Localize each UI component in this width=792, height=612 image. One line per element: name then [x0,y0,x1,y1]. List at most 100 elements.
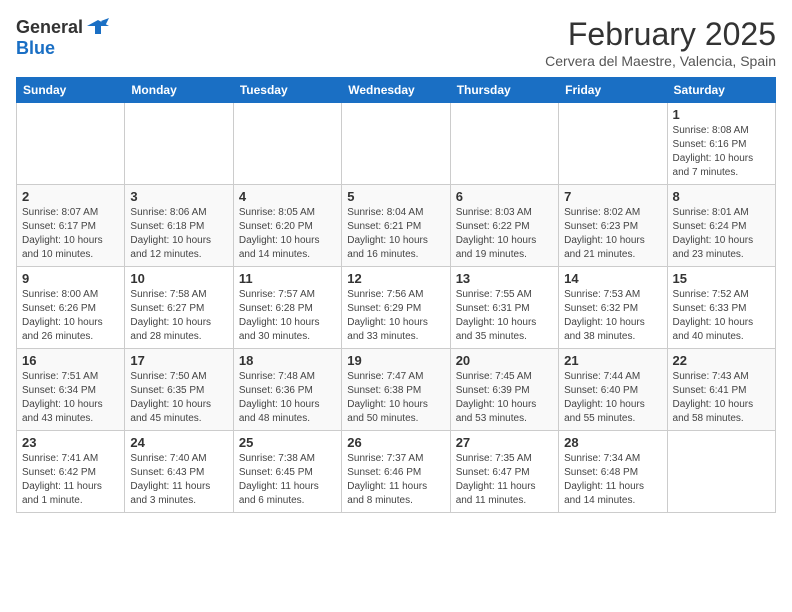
title-area: February 2025 Cervera del Maestre, Valen… [545,16,776,69]
day-info: Sunrise: 8:05 AM Sunset: 6:20 PM Dayligh… [239,206,336,262]
day-info: Sunrise: 7:47 AM Sunset: 6:38 PM Dayligh… [347,370,444,426]
column-header-thursday: Thursday [450,78,558,103]
logo-blue-text: Blue [16,38,55,58]
column-header-monday: Monday [125,78,233,103]
day-info: Sunrise: 8:03 AM Sunset: 6:22 PM Dayligh… [456,206,553,262]
calendar-cell: 19 Sunrise: 7:47 AM Sunset: 6:38 PM Dayli… [342,349,450,431]
logo-general-text: General [16,17,83,38]
day-info: Sunrise: 7:44 AM Sunset: 6:40 PM Dayligh… [564,370,661,426]
day-info: Sunrise: 8:06 AM Sunset: 6:18 PM Dayligh… [130,206,227,262]
calendar-cell: 28Sunrise: 7:34 AM Sunset: 6:48 PM Dayli… [559,431,667,513]
day-number: 23 [22,435,119,450]
column-header-tuesday: Tuesday [233,78,341,103]
day-info: Sunrise: 8:08 AM Sunset: 6:16 PM Dayligh… [673,124,770,180]
logo-bird-icon [87,16,109,38]
calendar-cell: 26 Sunrise: 7:37 AM Sunset: 6:46 PM Dayli… [342,431,450,513]
calendar-week-2: 2Sunrise: 8:07 AM Sunset: 6:17 PM Daylig… [17,185,776,267]
day-info: Sunrise: 7:38 AM Sunset: 6:45 PM Dayligh… [239,452,336,508]
day-info: Sunrise: 8:00 AM Sunset: 6:26 PM Dayligh… [22,288,119,344]
day-info: Sunrise: 8:02 AM Sunset: 6:23 PM Dayligh… [564,206,661,262]
location-title: Cervera del Maestre, Valencia, Spain [545,53,776,69]
calendar-cell: 17Sunrise: 7:50 AM Sunset: 6:35 PM Dayli… [125,349,233,431]
day-number: 4 [239,189,336,204]
day-number: 21 [564,353,661,368]
calendar-cell: 9 Sunrise: 8:00 AM Sunset: 6:26 PM Daylig… [17,267,125,349]
day-number: 14 [564,271,661,286]
calendar-cell: 14 Sunrise: 7:53 AM Sunset: 6:32 PM Dayli… [559,267,667,349]
day-number: 16 [22,353,119,368]
calendar-cell: 24 Sunrise: 7:40 AM Sunset: 6:43 PM Dayli… [125,431,233,513]
calendar-cell: 5 Sunrise: 8:04 AM Sunset: 6:21 PM Daylig… [342,185,450,267]
calendar-cell: 15 Sunrise: 7:52 AM Sunset: 6:33 PM Dayli… [667,267,775,349]
calendar-cell: 8 Sunrise: 8:01 AM Sunset: 6:24 PM Daylig… [667,185,775,267]
day-info: Sunrise: 7:35 AM Sunset: 6:47 PM Dayligh… [456,452,553,508]
calendar-cell: 1 Sunrise: 8:08 AM Sunset: 6:16 PM Daylig… [667,103,775,185]
calendar-cell: 27 Sunrise: 7:35 AM Sunset: 6:47 PM Dayli… [450,431,558,513]
day-info: Sunrise: 7:45 AM Sunset: 6:39 PM Dayligh… [456,370,553,426]
day-number: 24 [130,435,227,450]
day-number: 13 [456,271,553,286]
header: General Blue February 2025 Cervera del M… [16,16,776,69]
calendar-cell: 10 Sunrise: 7:58 AM Sunset: 6:27 PM Dayli… [125,267,233,349]
month-title: February 2025 [545,16,776,53]
day-number: 7 [564,189,661,204]
day-number: 22 [673,353,770,368]
day-number: 9 [22,271,119,286]
calendar-header: SundayMondayTuesdayWednesdayThursdayFrid… [17,78,776,103]
calendar-cell: 16 Sunrise: 7:51 AM Sunset: 6:34 PM Dayli… [17,349,125,431]
day-number: 28 [564,435,661,450]
calendar-cell: 12 Sunrise: 7:56 AM Sunset: 6:29 PM Dayli… [342,267,450,349]
column-header-friday: Friday [559,78,667,103]
calendar-week-4: 16 Sunrise: 7:51 AM Sunset: 6:34 PM Dayli… [17,349,776,431]
day-info: Sunrise: 7:51 AM Sunset: 6:34 PM Dayligh… [22,370,119,426]
day-info: Sunrise: 7:40 AM Sunset: 6:43 PM Dayligh… [130,452,227,508]
day-info: Sunrise: 7:52 AM Sunset: 6:33 PM Dayligh… [673,288,770,344]
calendar-cell: 3Sunrise: 8:06 AM Sunset: 6:18 PM Daylig… [125,185,233,267]
day-number: 12 [347,271,444,286]
day-info: Sunrise: 7:43 AM Sunset: 6:41 PM Dayligh… [673,370,770,426]
calendar-week-1: 1 Sunrise: 8:08 AM Sunset: 6:16 PM Daylig… [17,103,776,185]
calendar-cell [125,103,233,185]
calendar-cell: 21 Sunrise: 7:44 AM Sunset: 6:40 PM Dayli… [559,349,667,431]
day-info: Sunrise: 8:01 AM Sunset: 6:24 PM Dayligh… [673,206,770,262]
column-header-wednesday: Wednesday [342,78,450,103]
day-number: 26 [347,435,444,450]
calendar-cell: 6Sunrise: 8:03 AM Sunset: 6:22 PM Daylig… [450,185,558,267]
column-header-saturday: Saturday [667,78,775,103]
calendar-cell [17,103,125,185]
day-number: 20 [456,353,553,368]
day-number: 10 [130,271,227,286]
day-number: 1 [673,107,770,122]
calendar-cell [342,103,450,185]
calendar-cell: 11Sunrise: 7:57 AM Sunset: 6:28 PM Dayli… [233,267,341,349]
header-row: SundayMondayTuesdayWednesdayThursdayFrid… [17,78,776,103]
calendar-cell [233,103,341,185]
calendar-cell: 18Sunrise: 7:48 AM Sunset: 6:36 PM Dayli… [233,349,341,431]
day-info: Sunrise: 8:04 AM Sunset: 6:21 PM Dayligh… [347,206,444,262]
day-info: Sunrise: 7:56 AM Sunset: 6:29 PM Dayligh… [347,288,444,344]
calendar-week-3: 9 Sunrise: 8:00 AM Sunset: 6:26 PM Daylig… [17,267,776,349]
day-number: 27 [456,435,553,450]
day-info: Sunrise: 7:50 AM Sunset: 6:35 PM Dayligh… [130,370,227,426]
calendar-cell: 4 Sunrise: 8:05 AM Sunset: 6:20 PM Daylig… [233,185,341,267]
day-number: 19 [347,353,444,368]
day-number: 5 [347,189,444,204]
logo: General Blue [16,16,109,59]
day-number: 15 [673,271,770,286]
calendar-cell [667,431,775,513]
day-info: Sunrise: 7:55 AM Sunset: 6:31 PM Dayligh… [456,288,553,344]
day-number: 2 [22,189,119,204]
day-info: Sunrise: 7:58 AM Sunset: 6:27 PM Dayligh… [130,288,227,344]
day-info: Sunrise: 7:37 AM Sunset: 6:46 PM Dayligh… [347,452,444,508]
calendar-body: 1 Sunrise: 8:08 AM Sunset: 6:16 PM Daylig… [17,103,776,513]
calendar-week-5: 23 Sunrise: 7:41 AM Sunset: 6:42 PM Dayli… [17,431,776,513]
calendar-cell: 23 Sunrise: 7:41 AM Sunset: 6:42 PM Dayli… [17,431,125,513]
day-info: Sunrise: 7:53 AM Sunset: 6:32 PM Dayligh… [564,288,661,344]
calendar-cell [450,103,558,185]
calendar-cell [559,103,667,185]
day-info: Sunrise: 7:41 AM Sunset: 6:42 PM Dayligh… [22,452,119,508]
day-info: Sunrise: 7:57 AM Sunset: 6:28 PM Dayligh… [239,288,336,344]
day-number: 8 [673,189,770,204]
calendar-table: SundayMondayTuesdayWednesdayThursdayFrid… [16,77,776,513]
calendar-cell: 22 Sunrise: 7:43 AM Sunset: 6:41 PM Dayli… [667,349,775,431]
